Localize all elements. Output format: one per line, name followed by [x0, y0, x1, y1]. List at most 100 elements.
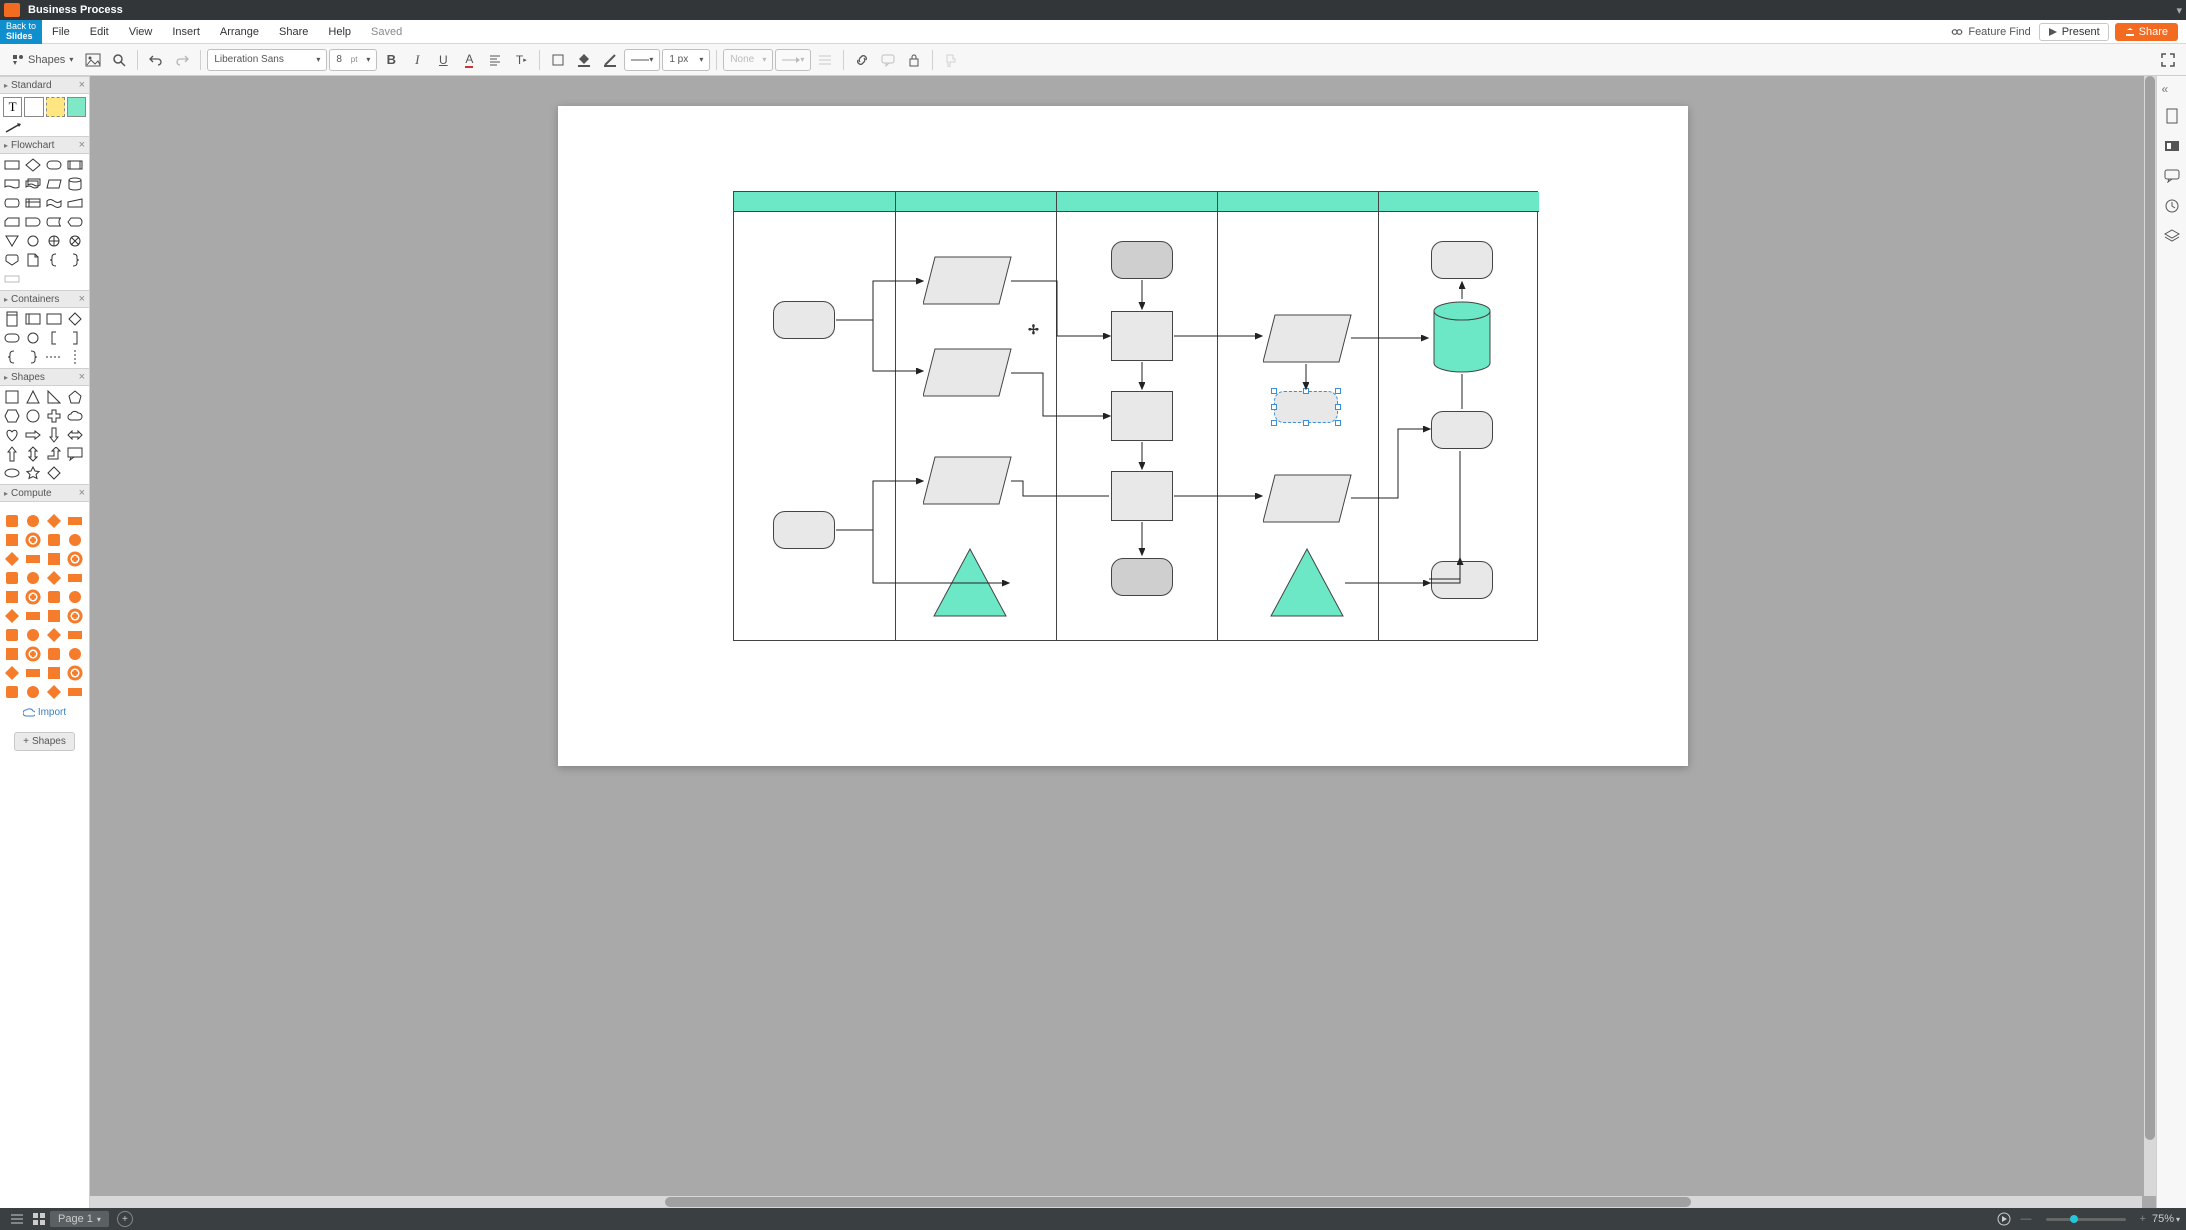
shapes-panel-toggle[interactable]: Shapes ▾ [6, 54, 79, 66]
search-icon[interactable] [107, 48, 131, 72]
shape-cross[interactable] [44, 407, 64, 425]
canvas-area[interactable]: ✢ [90, 76, 2156, 1208]
shape-database[interactable] [65, 175, 85, 193]
menu-share[interactable]: Share [269, 26, 318, 38]
terminator-shape[interactable] [773, 511, 835, 549]
compute-shape[interactable] [44, 569, 64, 587]
shape-offpage[interactable] [2, 251, 22, 269]
shape-delay[interactable] [23, 213, 43, 231]
terminator-shape[interactable] [773, 301, 835, 339]
container-dashes-v[interactable] [65, 348, 85, 366]
compute-shape[interactable] [65, 664, 85, 682]
shape-pentagon[interactable] [65, 388, 85, 406]
compute-shape[interactable] [23, 645, 43, 663]
menu-arrange[interactable]: Arrange [210, 26, 269, 38]
text-color-icon[interactable]: A [457, 48, 481, 72]
compute-shape[interactable] [23, 550, 43, 568]
terminator-shape[interactable] [1431, 561, 1493, 599]
fullscreen-icon[interactable] [2156, 48, 2180, 72]
process-shape[interactable] [1111, 471, 1173, 521]
line-width-dropdown[interactable]: 1 px▾ [662, 49, 710, 71]
shape-or[interactable] [44, 232, 64, 250]
layers-icon[interactable] [2162, 226, 2182, 246]
collapse-icon[interactable]: « [2162, 82, 2182, 96]
compute-shape[interactable] [44, 531, 64, 549]
compute-shape[interactable] [65, 588, 85, 606]
compute-shape[interactable] [23, 531, 43, 549]
diagram-page[interactable]: ✢ [558, 106, 1688, 766]
shape-display[interactable] [65, 213, 85, 231]
compute-shape[interactable] [65, 683, 85, 701]
shape-directdata[interactable] [2, 194, 22, 212]
line-color-icon[interactable] [598, 48, 622, 72]
line-style-dropdown[interactable]: ▾ [624, 49, 660, 71]
compute-shape[interactable] [65, 626, 85, 644]
font-size-dropdown[interactable]: 8pt▾ [329, 49, 377, 71]
compute-shape[interactable] [2, 664, 22, 682]
shape-arrow-r[interactable] [23, 426, 43, 444]
parallelogram-shape[interactable] [923, 348, 1013, 398]
shape-arrow-d[interactable] [44, 426, 64, 444]
compute-shape[interactable] [44, 683, 64, 701]
compute-shape[interactable] [2, 569, 22, 587]
window-menu-icon[interactable]: ▾ [2176, 4, 2182, 17]
shape-brace-l[interactable] [44, 251, 64, 269]
swimlane-h[interactable] [23, 310, 43, 328]
compute-shape[interactable] [65, 512, 85, 530]
themes-icon[interactable] [2162, 136, 2182, 156]
vertical-scrollbar[interactable] [2144, 76, 2156, 1196]
section-standard[interactable]: ▸Standard× [0, 76, 89, 94]
horizontal-scrollbar[interactable] [90, 1196, 2142, 1208]
compute-shape[interactable] [44, 588, 64, 606]
underline-icon[interactable]: U [431, 48, 455, 72]
compute-shape[interactable] [65, 645, 85, 663]
shape-triangle[interactable] [23, 388, 43, 406]
paint-icon[interactable] [939, 48, 963, 72]
share-button[interactable]: Share [2115, 23, 2178, 41]
shape-brace-r[interactable] [65, 251, 85, 269]
page-settings-icon[interactable] [2162, 106, 2182, 126]
shape-predefined[interactable] [65, 156, 85, 174]
parallelogram-shape[interactable] [1263, 314, 1353, 364]
text-tool[interactable]: T [3, 97, 22, 117]
section-containers[interactable]: ▸Containers× [0, 290, 89, 308]
feature-find-button[interactable]: Feature Find [1942, 25, 2038, 39]
italic-icon[interactable]: I [405, 48, 429, 72]
shape-document[interactable] [2, 175, 22, 193]
shape-rtriangle[interactable] [44, 388, 64, 406]
shape-merge[interactable] [2, 232, 22, 250]
menu-file[interactable]: File [42, 26, 80, 38]
section-compute[interactable]: ▸Compute× [0, 484, 89, 502]
container-bracket-r[interactable] [65, 329, 85, 347]
shape-decision[interactable] [23, 156, 43, 174]
undo-icon[interactable] [144, 48, 168, 72]
compute-shape[interactable] [44, 626, 64, 644]
compute-shape[interactable] [44, 512, 64, 530]
compute-shape[interactable] [65, 550, 85, 568]
compute-shape[interactable] [23, 683, 43, 701]
shape-hexagon[interactable] [2, 407, 22, 425]
hotspot-tool[interactable] [67, 97, 86, 117]
shape-callout[interactable] [65, 445, 85, 463]
block-tool[interactable] [24, 97, 43, 117]
compute-shape[interactable] [44, 645, 64, 663]
process-shape[interactable] [1111, 311, 1173, 361]
container-brace[interactable] [2, 348, 22, 366]
close-icon[interactable]: × [79, 79, 85, 91]
list-view-icon[interactable] [6, 1210, 28, 1228]
text-options-icon[interactable]: T▸ [509, 48, 533, 72]
swimlane-v[interactable] [2, 310, 22, 328]
section-flowchart[interactable]: ▸Flowchart× [0, 136, 89, 154]
shape-paper-tape[interactable] [44, 194, 64, 212]
compute-shape[interactable] [2, 607, 22, 625]
shape-connector[interactable] [23, 232, 43, 250]
shape-multidoc[interactable] [23, 175, 43, 193]
terminator-shape[interactable] [1431, 241, 1493, 279]
cylinder-shape[interactable] [1432, 301, 1492, 373]
compute-shape[interactable] [2, 550, 22, 568]
shape-diamond2[interactable] [44, 464, 64, 482]
present-button[interactable]: Present [2039, 23, 2109, 41]
compute-shape[interactable] [23, 588, 43, 606]
selected-shape[interactable] [1274, 391, 1338, 423]
shape-arrow-lr[interactable] [65, 426, 85, 444]
